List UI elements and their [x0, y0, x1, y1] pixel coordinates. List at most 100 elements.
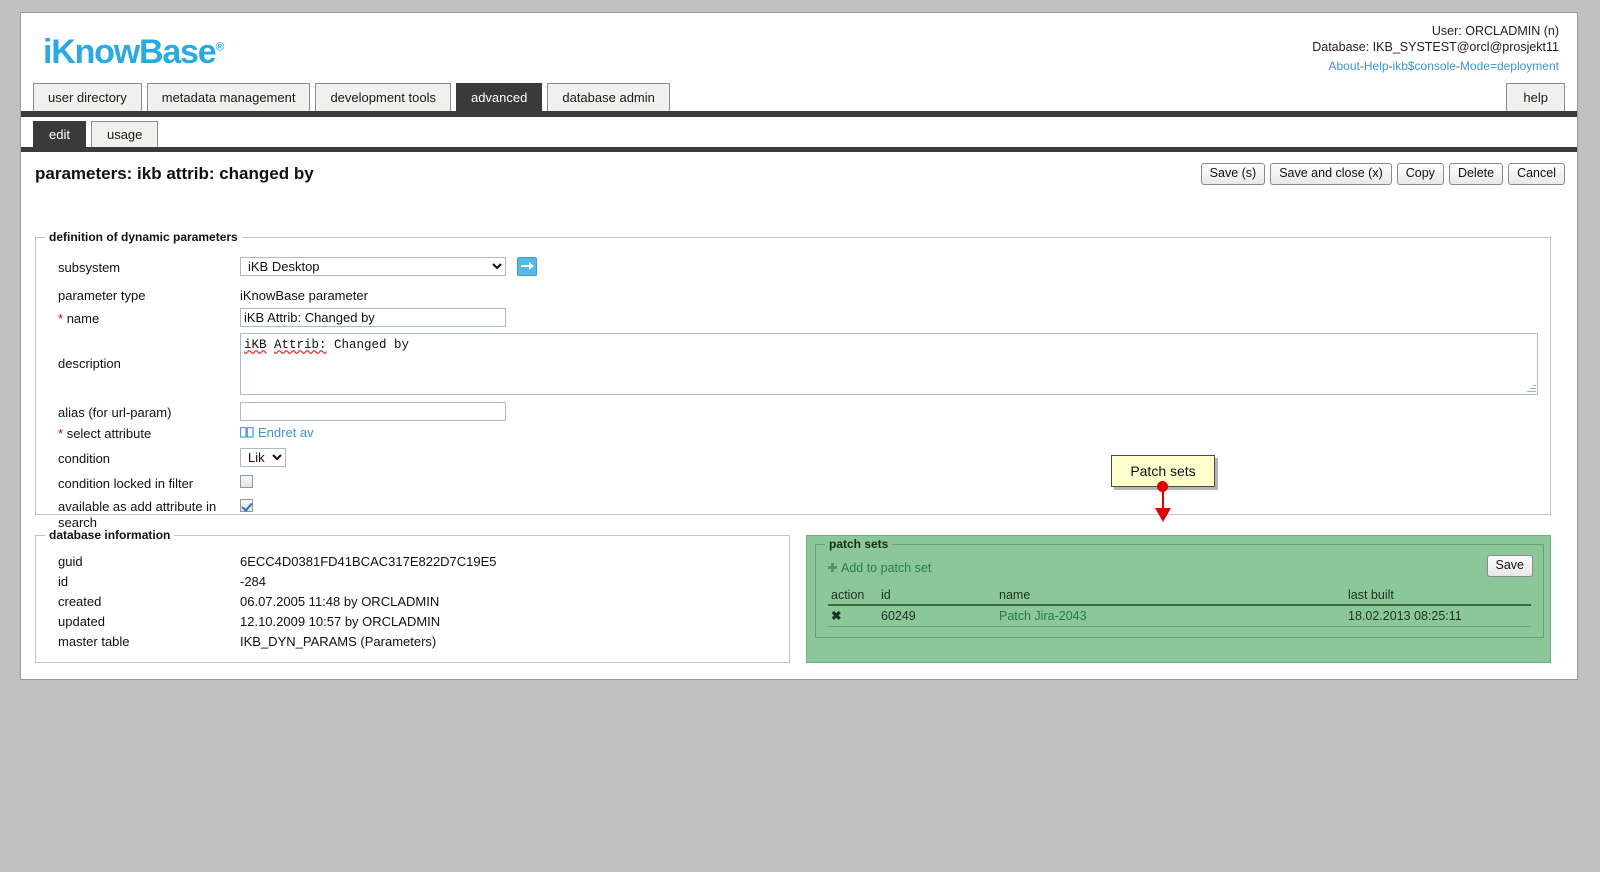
delete-x-icon[interactable]: ✖ — [831, 609, 841, 623]
copy-button[interactable]: Copy — [1396, 163, 1444, 185]
registered-mark: ® — [215, 39, 225, 54]
description-rest: Changed by — [326, 338, 410, 352]
subtab-edit[interactable]: edit — [33, 121, 86, 147]
field-name — [240, 308, 506, 327]
database-information-fieldset: database information guid 6ECC4D0381FD41… — [35, 528, 790, 663]
application-window: iKnowBase® User: ORCLADMIN (n) Database:… — [20, 12, 1578, 680]
name-input[interactable] — [240, 308, 506, 327]
link-ikb-console[interactable]: ikb$console — [1393, 59, 1456, 73]
subsystem-select[interactable]: iKB Desktop — [240, 257, 506, 276]
label-parameter-type: parameter type — [58, 288, 146, 303]
label-available-line1: available as add attribute in — [58, 499, 217, 514]
description-textarea[interactable]: iKB Attrib: Changed by — [240, 333, 1538, 395]
annotation-arrow-icon — [1155, 508, 1171, 522]
sub-tabs: edit usage — [33, 121, 159, 147]
required-marker-name: * — [58, 311, 64, 326]
header-links: About-Help-ikb$console-Mode=deployment — [1312, 58, 1560, 74]
patch-sets-table: action id name last built ✖ 60249 Patch … — [828, 587, 1531, 627]
value-parameter-type: iKnowBase parameter — [240, 288, 368, 303]
title-row: parameters: ikb attrib: changed by Save … — [21, 152, 1577, 196]
subtab-usage[interactable]: usage — [90, 121, 159, 147]
logo-text: iKnowBase — [43, 33, 217, 71]
description-word-2: Attrib: — [274, 338, 327, 352]
label-id: id — [58, 574, 69, 589]
field-subsystem: iKB Desktop — [240, 257, 537, 276]
table-row: ✖ 60249 Patch Jira-2043 18.02.2013 08:25… — [828, 605, 1531, 627]
label-subsystem: subsystem — [58, 260, 121, 275]
label-condition-locked: condition locked in filter — [58, 476, 194, 491]
patch-sets-legend: patch sets — [825, 537, 893, 551]
add-to-patch-set-link[interactable]: Add to patch set — [828, 561, 931, 575]
condition-locked-checkbox[interactable] — [240, 475, 253, 488]
save-and-close-button[interactable]: Save and close (x) — [1270, 163, 1392, 185]
label-updated: updated — [58, 614, 105, 629]
link-about[interactable]: About — [1329, 59, 1360, 73]
tab-help[interactable]: help — [1506, 83, 1565, 111]
label-available-add-attribute: available as add attribute in search — [58, 499, 243, 531]
field-condition-locked — [240, 475, 253, 491]
iknowbase-logo: iKnowBase® — [43, 33, 224, 72]
description-text: iKB Attrib: Changed by — [241, 334, 1537, 352]
tab-development-tools[interactable]: development tools — [315, 83, 451, 111]
alias-input[interactable] — [240, 402, 506, 421]
database-information-legend: database information — [45, 528, 175, 542]
column-last-built: last built — [1345, 587, 1531, 606]
page-action-buttons: Save (s) Save and close (x) Copy Delete … — [1200, 163, 1565, 185]
description-word-1: iKB — [244, 338, 267, 352]
tab-metadata-management[interactable]: metadata management — [146, 83, 311, 111]
book-icon — [239, 426, 254, 438]
field-available-add-attribute — [240, 499, 253, 515]
tab-database-admin[interactable]: database admin — [547, 83, 670, 111]
label-guid: guid — [58, 554, 83, 569]
save-button[interactable]: Save (s) — [1200, 163, 1266, 185]
label-name-text: name — [66, 311, 100, 326]
available-add-attribute-checkbox[interactable] — [240, 499, 253, 512]
field-alias — [240, 402, 506, 421]
label-select-attribute-text: select attribute — [66, 426, 152, 441]
add-to-patch-set-label: Add to patch set — [841, 561, 932, 575]
link-help[interactable]: Help — [1364, 59, 1389, 73]
header-user-info: User: ORCLADMIN (n) Database: IKB_SYSTES… — [1312, 23, 1559, 74]
field-select-attribute: Endret av — [239, 425, 314, 440]
app-header: iKnowBase® User: ORCLADMIN (n) Database:… — [21, 13, 1577, 79]
label-select-attribute: * select attribute — [58, 426, 243, 442]
user-line: User: ORCLADMIN (n) — [1431, 24, 1559, 38]
main-tabstrip: user directory metadata management devel… — [21, 79, 1577, 117]
required-marker-attribute: * — [58, 426, 64, 441]
cell-action: ✖ — [828, 605, 878, 627]
patch-set-name-link[interactable]: Patch Jira-2043 — [999, 609, 1087, 623]
select-attribute-link[interactable]: Endret av — [258, 425, 314, 440]
tab-user-directory[interactable]: user directory — [33, 83, 142, 111]
definition-legend: definition of dynamic parameters — [45, 230, 242, 244]
tab-advanced[interactable]: advanced — [455, 83, 543, 111]
column-name: name — [996, 587, 1345, 606]
patch-sets-save-button[interactable]: Save — [1486, 555, 1533, 577]
link-mode[interactable]: Mode=deployment — [1460, 59, 1559, 73]
cancel-button[interactable]: Cancel — [1508, 163, 1565, 185]
page-title: parameters: ikb attrib: changed by — [35, 164, 314, 183]
book-icon-svg — [239, 426, 254, 438]
cell-name: Patch Jira-2043 — [996, 605, 1345, 627]
definition-fieldset: definition of dynamic parameters subsyst… — [35, 230, 1551, 530]
patch-sets-panel: patch sets Add to patch set Save action … — [806, 535, 1551, 663]
patch-sets-table-head: action id name last built — [828, 587, 1531, 606]
condition-select[interactable]: Lik — [240, 448, 286, 467]
screen: iKnowBase® User: ORCLADMIN (n) Database:… — [0, 0, 1600, 872]
value-updated: 12.10.2009 10:57 by ORCLADMIN — [240, 614, 441, 629]
annotation-callout-label: Patch sets — [1130, 463, 1196, 479]
label-created: created — [58, 594, 102, 609]
value-created: 06.07.2005 11:48 by ORCLADMIN — [240, 594, 440, 609]
delete-button[interactable]: Delete — [1448, 163, 1504, 185]
sub-tabstrip: edit usage — [21, 117, 1577, 152]
label-condition: condition — [58, 451, 111, 466]
database-line: Database: IKB_SYSTEST@orcl@prosjekt11 — [1312, 40, 1559, 54]
arrow-right-icon[interactable] — [516, 257, 537, 276]
field-condition: Lik — [240, 448, 286, 467]
cell-id: 60249 — [878, 605, 996, 627]
resize-grip-icon[interactable] — [1527, 384, 1536, 393]
label-alias: alias (for url-param) — [58, 405, 172, 420]
label-master-table: master table — [58, 634, 130, 649]
patch-sets-table-body: ✖ 60249 Patch Jira-2043 18.02.2013 08:25… — [828, 605, 1531, 627]
value-id: -284 — [240, 574, 267, 589]
plus-icon — [828, 563, 837, 572]
